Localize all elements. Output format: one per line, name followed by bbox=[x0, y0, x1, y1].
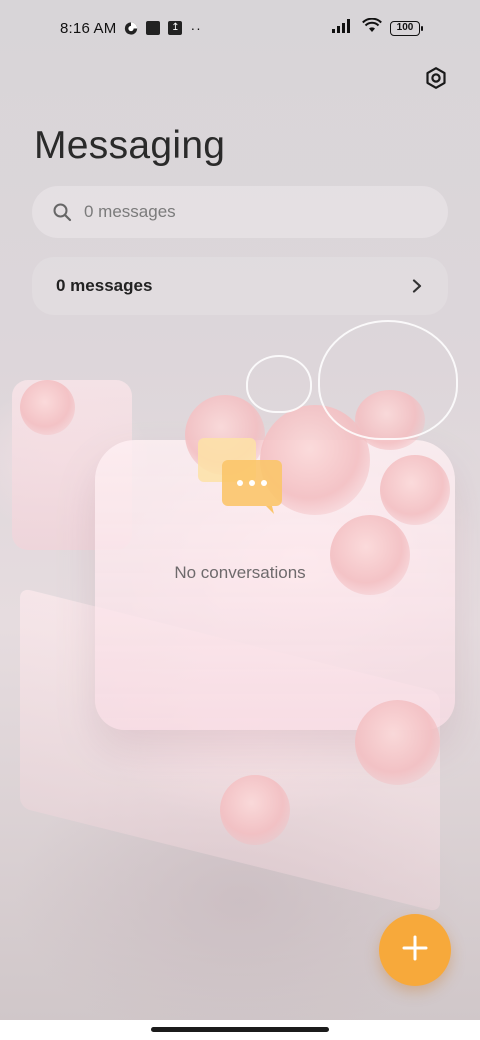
settings-button[interactable] bbox=[420, 64, 452, 96]
empty-state-text: No conversations bbox=[174, 563, 306, 582]
status-bar-left: 8:16 AM ↥ ·· bbox=[60, 20, 202, 37]
signal-icon bbox=[332, 18, 354, 38]
status-bar-right: 100 bbox=[332, 17, 423, 38]
wallpaper-rose bbox=[330, 515, 410, 595]
status-time: 8:16 AM bbox=[60, 19, 117, 37]
battery-icon: 100 bbox=[390, 20, 423, 36]
wallpaper-rose bbox=[220, 775, 290, 845]
settings-icon bbox=[424, 66, 448, 95]
new-conversation-button[interactable] bbox=[379, 914, 451, 986]
data-saver-icon bbox=[124, 21, 138, 35]
search-input[interactable] bbox=[84, 202, 404, 222]
home-indicator[interactable] bbox=[151, 1027, 329, 1032]
status-bar: 8:16 AM ↥ ·· 100 bbox=[0, 0, 480, 56]
chevron-right-icon bbox=[410, 279, 424, 293]
messages-row[interactable]: 0 messages bbox=[32, 257, 448, 315]
wallpaper-heart bbox=[318, 320, 458, 440]
wallpaper-heart bbox=[246, 355, 312, 413]
search-icon bbox=[52, 202, 72, 222]
chat-bubbles-icon bbox=[198, 438, 284, 516]
page-title: Messaging bbox=[34, 124, 226, 167]
wifi-icon bbox=[362, 17, 382, 38]
app-square-icon bbox=[146, 21, 161, 35]
messages-row-label: 0 messages bbox=[56, 276, 153, 295]
wallpaper-rose bbox=[20, 380, 75, 435]
more-dots-icon: ·· bbox=[190, 20, 202, 36]
search-bar[interactable] bbox=[32, 186, 448, 238]
plus-icon bbox=[401, 934, 429, 967]
upload-icon: ↥ bbox=[168, 21, 183, 35]
wallpaper-rose bbox=[355, 700, 440, 785]
wallpaper-rose bbox=[380, 455, 450, 525]
